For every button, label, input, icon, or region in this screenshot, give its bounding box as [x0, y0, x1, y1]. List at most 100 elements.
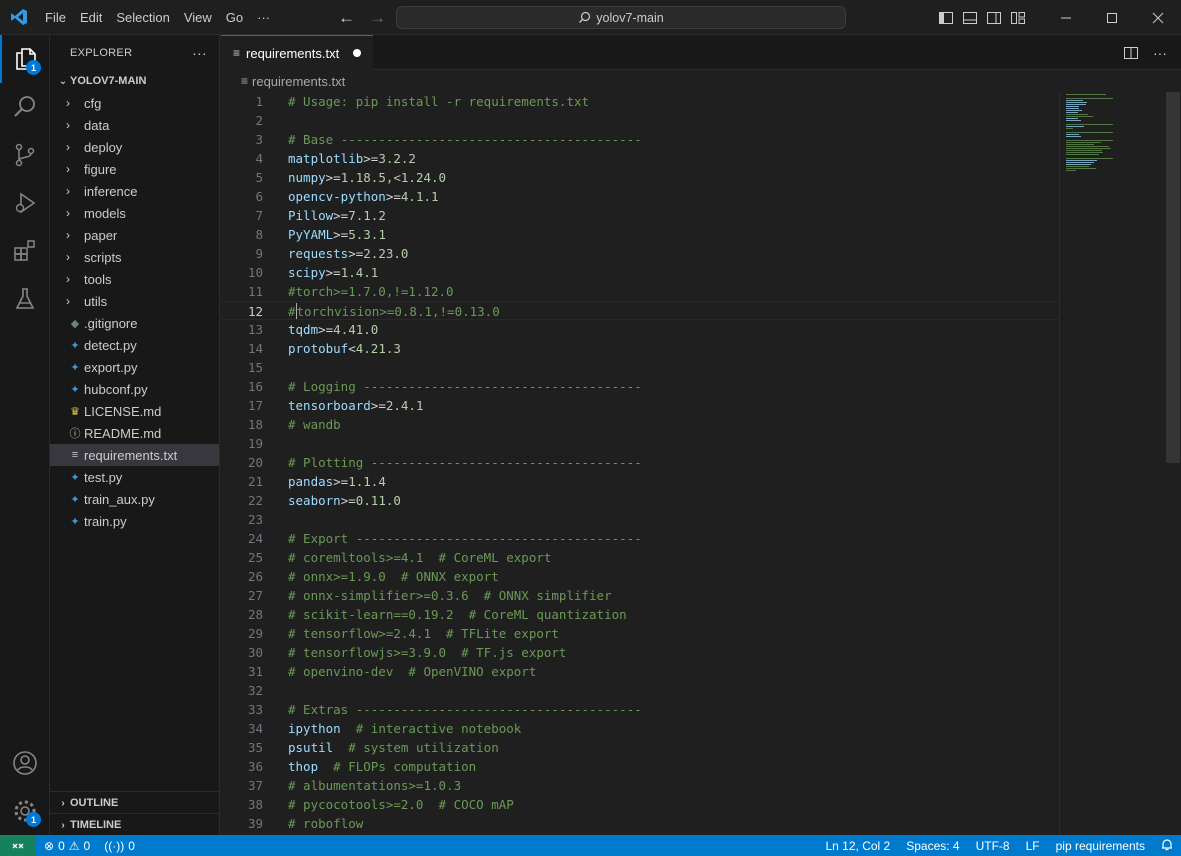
folder-models[interactable]: › models: [50, 202, 219, 224]
file-license-md[interactable]: ♛ LICENSE.md: [50, 400, 219, 422]
more-actions-icon[interactable]: ···: [1153, 45, 1167, 61]
split-editor-icon[interactable]: [1123, 45, 1139, 61]
breadcrumb-file[interactable]: requirements.txt: [252, 74, 345, 89]
code-line[interactable]: 34 ipython # interactive notebook: [221, 719, 1059, 738]
code-line[interactable]: 17 tensorboard>=2.4.1: [221, 396, 1059, 415]
code-line[interactable]: 29 # tensorflow>=2.4.1 # TFLite export: [221, 624, 1059, 643]
menu-item[interactable]: View: [177, 0, 219, 35]
code-line[interactable]: 9 requests>=2.23.0: [221, 244, 1059, 263]
customize-layout-icon[interactable]: [1010, 10, 1026, 26]
code-line[interactable]: 3 # Base --------------------------------…: [221, 130, 1059, 149]
menu-item[interactable]: Go: [219, 0, 250, 35]
file-train-py[interactable]: ✦ train.py: [50, 510, 219, 532]
maximize-icon[interactable]: [1089, 0, 1135, 35]
code-line[interactable]: 16 # Logging ----------------------------…: [221, 377, 1059, 396]
explorer-icon[interactable]: 1: [0, 35, 50, 83]
code-line[interactable]: 18 # wandb: [221, 415, 1059, 434]
file-detect-py[interactable]: ✦ detect.py: [50, 334, 219, 356]
code-line[interactable]: 33 # Extras -----------------------------…: [221, 700, 1059, 719]
source-control-icon[interactable]: [0, 131, 50, 179]
folder-paper[interactable]: › paper: [50, 224, 219, 246]
code-line[interactable]: 10 scipy>=1.4.1: [221, 263, 1059, 282]
accounts-icon[interactable]: [0, 739, 50, 787]
code-line[interactable]: 14 protobuf<4.21.3: [221, 339, 1059, 358]
problems-indicator[interactable]: ⊗ 0 ⚠ 0: [36, 839, 90, 853]
more-actions-icon[interactable]: ···: [192, 45, 207, 61]
code-line[interactable]: 26 # onnx>=1.9.0 # ONNX export: [221, 567, 1059, 586]
file-requirements-txt[interactable]: ≡ requirements.txt: [50, 444, 219, 466]
code-line[interactable]: 27 # onnx-simplifier>=0.3.6 # ONNX simpli…: [221, 586, 1059, 605]
ports-indicator[interactable]: ((·)) 0: [90, 839, 135, 853]
menu-item[interactable]: Edit: [73, 0, 109, 35]
code-line[interactable]: 32: [221, 681, 1059, 700]
code-line[interactable]: 23: [221, 510, 1059, 529]
code-line[interactable]: 30 # tensorflowjs>=3.9.0 # TF.js export: [221, 643, 1059, 662]
file--gitignore[interactable]: ◆ .gitignore: [50, 312, 219, 334]
code-line[interactable]: 35 psutil # system utilization: [221, 738, 1059, 757]
menu-item[interactable]: ···: [250, 0, 277, 35]
code-line[interactable]: 21 pandas>=1.1.4: [221, 472, 1059, 491]
file-readme-md[interactable]: ⓘ README.md: [50, 422, 219, 444]
folder-inference[interactable]: › inference: [50, 180, 219, 202]
file-export-py[interactable]: ✦ export.py: [50, 356, 219, 378]
command-center-search[interactable]: yolov7-main: [396, 6, 846, 29]
forward-arrow-icon[interactable]: →: [369, 8, 386, 28]
vertical-scrollbar[interactable]: [1166, 92, 1180, 463]
encoding[interactable]: UTF-8: [968, 839, 1018, 853]
toggle-primary-sidebar-icon[interactable]: [938, 10, 954, 26]
folder-cfg[interactable]: › cfg: [50, 92, 219, 114]
remote-indicator[interactable]: [0, 835, 36, 856]
testing-flask-icon[interactable]: [0, 275, 50, 323]
folder-data[interactable]: › data: [50, 114, 219, 136]
code-line[interactable]: 38 # pycocotools>=2.0 # COCO mAP: [221, 795, 1059, 814]
notifications-bell-icon[interactable]: [1153, 838, 1181, 854]
code-line[interactable]: 11 #torch>=1.7.0,!=1.12.0: [221, 282, 1059, 301]
code-line[interactable]: 39 # roboflow: [221, 814, 1059, 833]
extensions-icon[interactable]: [0, 227, 50, 275]
tab-requirements[interactable]: ≡ requirements.txt: [221, 35, 373, 70]
folder-deploy[interactable]: › deploy: [50, 136, 219, 158]
manage-gear-icon[interactable]: 1: [0, 787, 50, 835]
file-train-aux-py[interactable]: ✦ train_aux.py: [50, 488, 219, 510]
end-of-line[interactable]: LF: [1018, 839, 1048, 853]
code-line[interactable]: 37 # albumentations>=1.0.3: [221, 776, 1059, 795]
code-line[interactable]: 22 seaborn>=0.11.0: [221, 491, 1059, 510]
minimize-icon[interactable]: [1043, 0, 1089, 35]
code-editor[interactable]: 1 # Usage: pip install -r requirements.tx…: [221, 92, 1181, 835]
language-mode[interactable]: pip requirements: [1048, 839, 1153, 853]
minimap[interactable]: [1064, 92, 1164, 192]
file-test-py[interactable]: ✦ test.py: [50, 466, 219, 488]
outline-section[interactable]: › OUTLINE: [50, 791, 220, 814]
root-folder-header[interactable]: ⌄ YOLOV7-MAIN: [50, 70, 219, 92]
code-line[interactable]: 25 # coremltools>=4.1 # CoreML export: [221, 548, 1059, 567]
folder-scripts[interactable]: › scripts: [50, 246, 219, 268]
code-line[interactable]: 19: [221, 434, 1059, 453]
timeline-section[interactable]: › TIMELINE: [50, 813, 220, 836]
code-line[interactable]: 12 #torchvision>=0.8.1,!=0.13.0: [221, 301, 1059, 320]
indentation[interactable]: Spaces: 4: [898, 839, 967, 853]
toggle-panel-icon[interactable]: [962, 10, 978, 26]
code-line[interactable]: 1 # Usage: pip install -r requirements.tx…: [221, 92, 1059, 111]
code-line[interactable]: 5 numpy>=1.18.5,<1.24.0: [221, 168, 1059, 187]
cursor-position[interactable]: Ln 12, Col 2: [818, 839, 899, 853]
back-arrow-icon[interactable]: ←: [338, 8, 355, 28]
search-icon[interactable]: [0, 83, 50, 131]
code-line[interactable]: 31 # openvino-dev # OpenVINO export: [221, 662, 1059, 681]
code-line[interactable]: 6 opencv-python>=4.1.1: [221, 187, 1059, 206]
file-hubconf-py[interactable]: ✦ hubconf.py: [50, 378, 219, 400]
code-line[interactable]: 20 # Plotting ---------------------------…: [221, 453, 1059, 472]
close-icon[interactable]: [1135, 0, 1181, 35]
code-line[interactable]: 2: [221, 111, 1059, 130]
code-line[interactable]: 24 # Export -----------------------------…: [221, 529, 1059, 548]
run-and-debug-icon[interactable]: [0, 179, 50, 227]
unsaved-dot-icon[interactable]: [353, 49, 362, 57]
code-line[interactable]: 8 PyYAML>=5.3.1: [221, 225, 1059, 244]
code-line[interactable]: 36 thop # FLOPs computation: [221, 757, 1059, 776]
code-line[interactable]: 13 tqdm>=4.41.0: [221, 320, 1059, 339]
menu-item[interactable]: File: [38, 0, 73, 35]
code-line[interactable]: 4 matplotlib>=3.2.2: [221, 149, 1059, 168]
code-line[interactable]: 15: [221, 358, 1059, 377]
toggle-secondary-sidebar-icon[interactable]: [986, 10, 1002, 26]
folder-tools[interactable]: › tools: [50, 268, 219, 290]
menu-item[interactable]: Selection: [109, 0, 176, 35]
